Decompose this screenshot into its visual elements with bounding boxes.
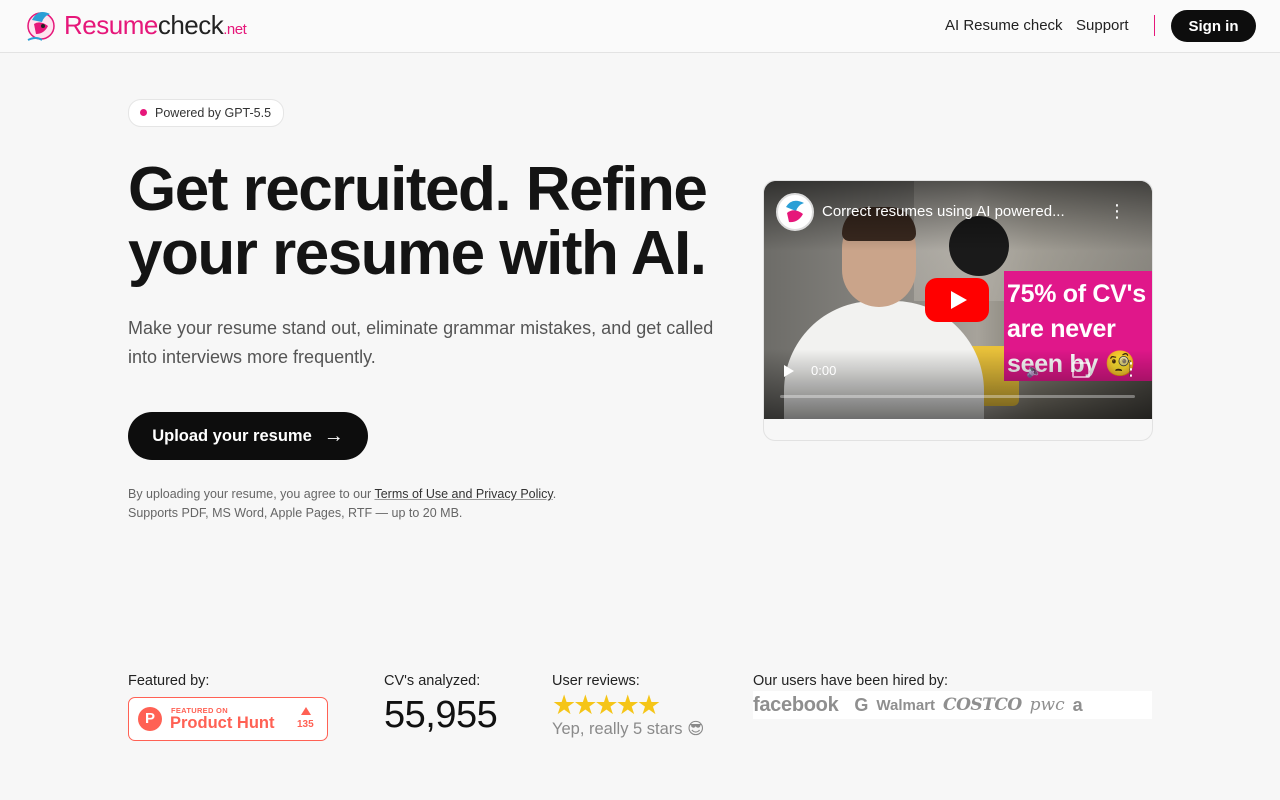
- logo[interactable]: Resumecheck.net: [24, 6, 247, 44]
- walmart-logo: Walmart: [876, 696, 936, 714]
- terms-privacy-link[interactable]: Terms of Use and Privacy Policy: [374, 487, 552, 501]
- terms-prefix: By uploading your resume, you agree to o…: [128, 487, 375, 501]
- video-title[interactable]: Correct resumes using AI powered...: [822, 203, 1100, 220]
- ph-name: Product Hunt: [170, 714, 275, 732]
- five-stars-rating: ★★★★★: [552, 690, 661, 720]
- logo-text-tld: .net: [223, 21, 247, 38]
- nav-support[interactable]: Support: [1076, 17, 1129, 34]
- headline-line-1: Get recruited. Refine: [128, 155, 708, 224]
- featured-by-label: Featured by:: [128, 673, 210, 689]
- google-logo: G: [854, 694, 869, 715]
- hired-by-label: Our users have been hired by:: [753, 673, 949, 689]
- powered-by-badge: Powered by GPT-5.5: [128, 99, 285, 127]
- terms-suffix: .: [552, 487, 557, 501]
- costco-logo: COSTCO: [943, 695, 1022, 715]
- youtube-play-icon: [951, 291, 967, 309]
- more-vert-icon[interactable]: ⋮: [1108, 199, 1126, 223]
- logo-mascot-icon: [27, 12, 55, 41]
- youtube-play-button[interactable]: [925, 278, 989, 322]
- upload-fine-print: By uploading your resume, you agree to o…: [128, 485, 556, 523]
- ph-upvote-count: 135: [297, 719, 314, 730]
- arrow-right-icon: →: [323, 424, 344, 447]
- badge-dot-icon: [140, 109, 147, 116]
- hero-headline: Get recruited. Refine your resume with A…: [128, 158, 748, 286]
- nav-ai-resume-check[interactable]: AI Resume check: [945, 17, 1063, 34]
- sign-in-button[interactable]: Sign in: [1171, 10, 1256, 42]
- company-logos-strip: facebook G Walmart COSTCO pwc a: [753, 691, 1152, 719]
- video-time: 0:00: [811, 363, 837, 378]
- pwc-logo: pwc: [1029, 695, 1065, 715]
- video-card: 75% of CV's are never seen by 🧐 Correct …: [763, 180, 1153, 441]
- upload-button-label: Upload your resume: [152, 426, 312, 445]
- logo-text-check: check: [157, 10, 224, 40]
- site-header: Resumecheck.net AI Resume check Support …: [0, 0, 1280, 53]
- logo-text-resume: Resume: [64, 10, 158, 40]
- video-options-icon[interactable]: ⋮: [1122, 359, 1140, 380]
- video-player[interactable]: 75% of CV's are never seen by 🧐 Correct …: [764, 181, 1152, 419]
- headline-line-2: your resume with AI.: [128, 219, 707, 288]
- nav-divider: [1154, 15, 1155, 36]
- channel-avatar[interactable]: [776, 193, 814, 231]
- amazon-logo: a: [1072, 694, 1083, 715]
- upvote-arrow-icon: [301, 707, 311, 715]
- cv-analyzed-label: CV's analyzed:: [384, 673, 481, 689]
- badge-label: Powered by GPT-5.5: [155, 106, 272, 120]
- upload-resume-button[interactable]: Upload your resume →: [128, 412, 368, 460]
- reviews-caption: Yep, really 5 stars 😎: [552, 720, 705, 738]
- user-reviews-label: User reviews:: [552, 673, 640, 689]
- cv-analyzed-count: 55,955: [384, 694, 498, 736]
- supported-formats: Supports PDF, MS Word, Apple Pages, RTF …: [128, 506, 463, 520]
- product-hunt-badge[interactable]: P FEATURED ON Product Hunt 135: [128, 697, 328, 741]
- play-icon[interactable]: [784, 365, 794, 377]
- facebook-logo: facebook: [753, 693, 839, 716]
- video-bottom-gradient: [764, 349, 1152, 419]
- hero-subtitle: Make your resume stand out, eliminate gr…: [128, 318, 714, 367]
- fullscreen-icon[interactable]: [1072, 362, 1090, 378]
- product-hunt-icon: P: [138, 707, 162, 731]
- volume-icon[interactable]: 🔈: [1026, 363, 1042, 379]
- logo-wordmark: Resumecheck.net: [64, 10, 247, 40]
- video-progress-bar[interactable]: [780, 395, 1135, 398]
- channel-avatar-icon: [786, 200, 804, 223]
